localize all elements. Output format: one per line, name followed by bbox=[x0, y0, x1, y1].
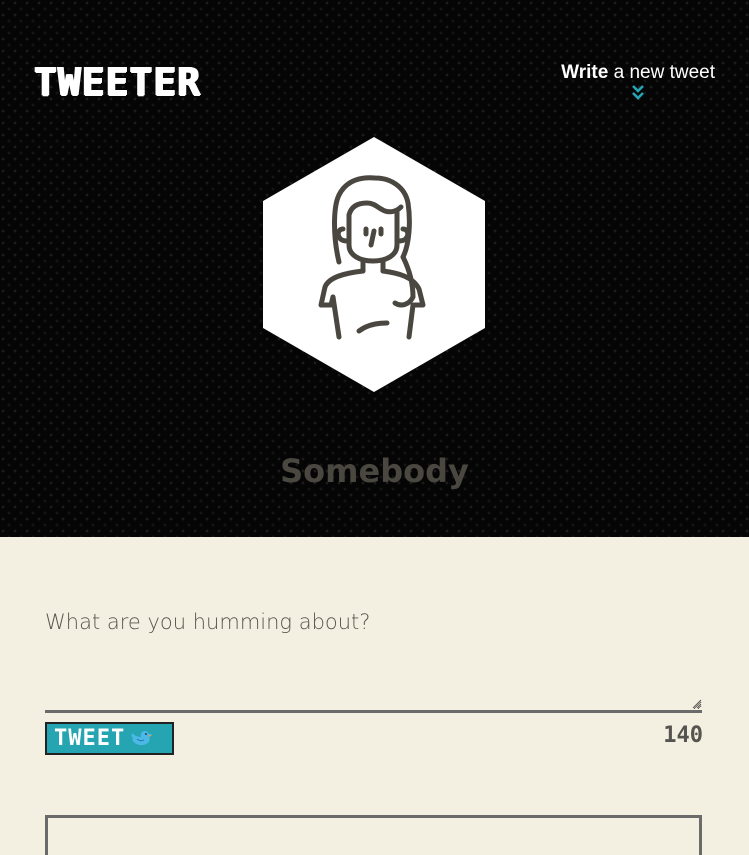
resize-grip-icon[interactable] bbox=[692, 699, 702, 709]
write-link-rest: a new tweet bbox=[608, 62, 715, 83]
tweet-button[interactable]: TWEET bbox=[45, 722, 174, 755]
write-new-tweet-link[interactable]: Write a new tweet bbox=[561, 62, 715, 100]
app-logo: TWEETER bbox=[34, 60, 202, 104]
tweet-button-label: TWEET bbox=[54, 726, 126, 751]
bird-icon bbox=[131, 730, 154, 745]
tweet-card bbox=[45, 815, 702, 855]
header: TWEETER Write a new tweet Somebody bbox=[0, 0, 749, 537]
tweet-compose-input[interactable] bbox=[45, 610, 702, 713]
write-link-text: Write a new tweet bbox=[561, 62, 715, 84]
character-counter: 140 bbox=[663, 723, 703, 748]
write-link-strong: Write bbox=[561, 62, 609, 83]
user-name: Somebody bbox=[280, 452, 469, 490]
double-chevron-down-icon bbox=[632, 85, 644, 100]
avatar-woman-icon bbox=[263, 137, 485, 392]
